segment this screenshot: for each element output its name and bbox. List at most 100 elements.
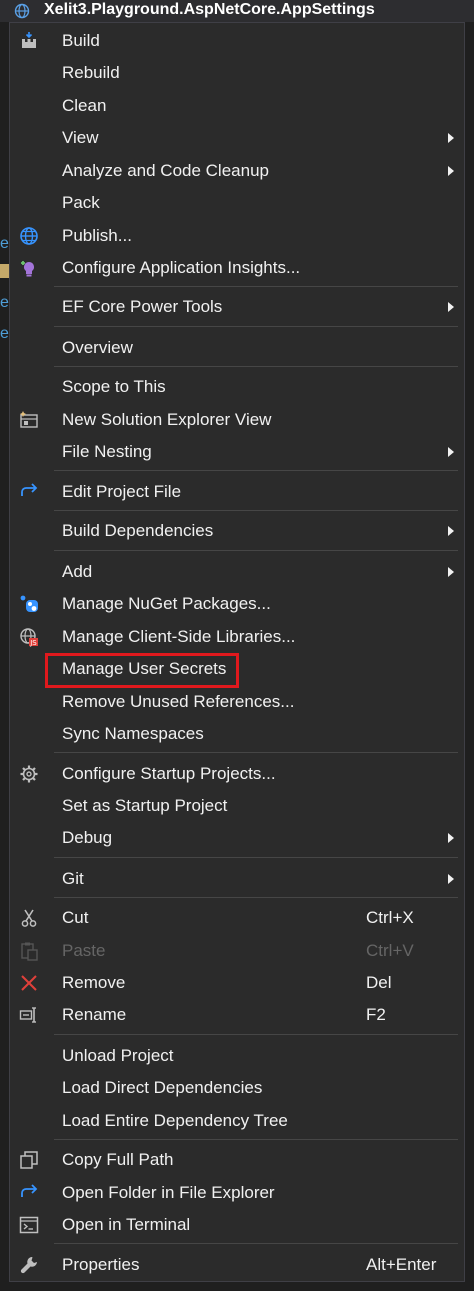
menu-item-configure-app-insights[interactable]: Configure Application Insights...: [10, 252, 464, 284]
menu-item-label: Remove Unused References...: [62, 692, 295, 711]
menu-item-properties[interactable]: Properties Alt+Enter: [10, 1249, 464, 1281]
menu-item-label: Rename: [62, 1005, 127, 1024]
client-libraries-icon: JS: [18, 626, 40, 648]
svg-text:JS: JS: [29, 639, 37, 647]
menu-item-label: Remove: [62, 973, 126, 992]
menu-item-pack[interactable]: Pack: [10, 187, 464, 219]
menu-item-open-in-terminal[interactable]: Open in Terminal: [10, 1209, 464, 1241]
menu-item-clean[interactable]: Clean: [10, 90, 464, 122]
menu-item-configure-startup-projects[interactable]: Configure Startup Projects...: [10, 758, 464, 790]
menu-separator: [54, 1034, 458, 1035]
build-icon: [18, 30, 40, 52]
remove-x-icon: [18, 972, 40, 994]
menu-item-label: New Solution Explorer View: [62, 410, 272, 429]
menu-separator: [54, 366, 458, 367]
menu-item-open-folder-in-explorer[interactable]: Open Folder in File Explorer: [10, 1177, 464, 1209]
menu-separator: [54, 1243, 458, 1244]
menu-item-label: Add: [62, 562, 93, 581]
edit-project-arrow-icon: [18, 481, 40, 503]
open-folder-arrow-icon: [18, 1182, 40, 1204]
menu-separator: [54, 752, 458, 753]
submenu-arrow-icon: [448, 833, 454, 843]
copy-icon: [18, 1149, 40, 1171]
menu-item-label: Paste: [62, 941, 106, 960]
rename-icon: [18, 1004, 40, 1026]
menu-item-paste[interactable]: Paste Ctrl+V: [10, 935, 464, 967]
menu-item-label: Load Entire Dependency Tree: [62, 1111, 288, 1130]
menu-item-shortcut: Alt+Enter: [366, 1255, 437, 1274]
annotation-highlight-box: [45, 653, 239, 688]
menu-item-git[interactable]: Git: [10, 863, 464, 895]
menu-separator: [54, 1139, 458, 1140]
scissors-icon: [18, 907, 40, 929]
clipboard-icon: [18, 940, 40, 962]
menu-item-rebuild[interactable]: Rebuild: [10, 57, 464, 89]
menu-item-remove[interactable]: Remove Del: [10, 967, 464, 999]
menu-separator: [54, 550, 458, 551]
menu-item-label: Clean: [62, 96, 107, 115]
menu-item-label: Build: [62, 31, 100, 50]
menu-item-add[interactable]: Add: [10, 556, 464, 588]
menu-item-label: View: [62, 128, 99, 147]
menu-item-manage-client-side-libraries[interactable]: JS Manage Client-Side Libraries...: [10, 621, 464, 653]
menu-item-label: Edit Project File: [62, 482, 182, 501]
menu-item-shortcut: F2: [366, 1005, 386, 1024]
menu-separator: [54, 857, 458, 858]
menu-item-sync-namespaces[interactable]: Sync Namespaces: [10, 718, 464, 750]
menu-item-overview[interactable]: Overview: [10, 332, 464, 364]
menu-item-edit-project-file[interactable]: Edit Project File: [10, 476, 464, 508]
menu-item-label: Git: [62, 869, 84, 888]
globe-publish-icon: [18, 225, 40, 247]
menu-item-label: Open in Terminal: [62, 1215, 191, 1234]
menu-item-unload-project[interactable]: Unload Project: [10, 1040, 464, 1072]
menu-item-load-direct-dependencies[interactable]: Load Direct Dependencies: [10, 1072, 464, 1104]
menu-item-label: EF Core Power Tools: [62, 297, 223, 316]
solution-explorer-project-node[interactable]: Xelit3.Playground.AspNetCore.AppSettings: [0, 0, 474, 22]
menu-item-label: Overview: [62, 338, 133, 357]
menu-item-shortcut: Ctrl+V: [366, 941, 414, 960]
menu-item-file-nesting[interactable]: File Nesting: [10, 436, 464, 468]
menu-item-label: Cut: [62, 908, 89, 927]
submenu-arrow-icon: [448, 526, 454, 536]
project-title: Xelit3.Playground.AspNetCore.AppSettings: [44, 1, 375, 18]
menu-separator: [54, 470, 458, 471]
menu-item-label: Pack: [62, 193, 100, 212]
menu-item-build-dependencies[interactable]: Build Dependencies: [10, 515, 464, 547]
globe-project-icon: [14, 3, 30, 19]
wrench-icon: [18, 1254, 40, 1276]
menu-item-label: Debug: [62, 828, 113, 847]
menu-item-label: Set as Startup Project: [62, 796, 228, 815]
new-explorer-view-icon: [18, 409, 40, 431]
menu-item-scope-to-this[interactable]: Scope to This: [10, 371, 464, 403]
menu-item-rename[interactable]: Rename F2: [10, 999, 464, 1031]
menu-item-label: Analyze and Code Cleanup: [62, 161, 269, 180]
submenu-arrow-icon: [448, 447, 454, 457]
menu-item-shortcut: Del: [366, 973, 392, 992]
menu-item-new-solution-explorer-view[interactable]: New Solution Explorer View: [10, 404, 464, 436]
menu-separator: [54, 510, 458, 511]
menu-item-copy-full-path[interactable]: Copy Full Path: [10, 1144, 464, 1176]
submenu-arrow-icon: [448, 302, 454, 312]
menu-item-label: Configure Application Insights...: [62, 258, 301, 277]
menu-item-publish[interactable]: Publish...: [10, 220, 464, 252]
menu-item-analyze-code-cleanup[interactable]: Analyze and Code Cleanup: [10, 155, 464, 187]
menu-item-build[interactable]: Build: [10, 25, 464, 57]
menu-item-label: Configure Startup Projects...: [62, 764, 276, 783]
menu-item-manage-nuget[interactable]: Manage NuGet Packages...: [10, 588, 464, 620]
menu-item-debug[interactable]: Debug: [10, 822, 464, 854]
menu-separator: [54, 326, 458, 327]
menu-separator: [54, 897, 458, 898]
gear-icon: [18, 763, 40, 785]
menu-item-cut[interactable]: Cut Ctrl+X: [10, 902, 464, 934]
context-menu: Build Rebuild Clean View Analyze and Cod…: [9, 22, 465, 1282]
menu-item-shortcut: Ctrl+X: [366, 908, 414, 927]
menu-item-remove-unused-references[interactable]: Remove Unused References...: [10, 686, 464, 718]
menu-item-set-as-startup-project[interactable]: Set as Startup Project: [10, 790, 464, 822]
menu-item-label: Load Direct Dependencies: [62, 1078, 263, 1097]
menu-item-label: Properties: [62, 1255, 140, 1274]
menu-item-view[interactable]: View: [10, 122, 464, 154]
insights-icon: [18, 257, 40, 279]
menu-item-load-entire-dependency-tree[interactable]: Load Entire Dependency Tree: [10, 1105, 464, 1137]
menu-item-label: Publish...: [62, 226, 132, 245]
menu-item-ef-core-power-tools[interactable]: EF Core Power Tools: [10, 291, 464, 323]
